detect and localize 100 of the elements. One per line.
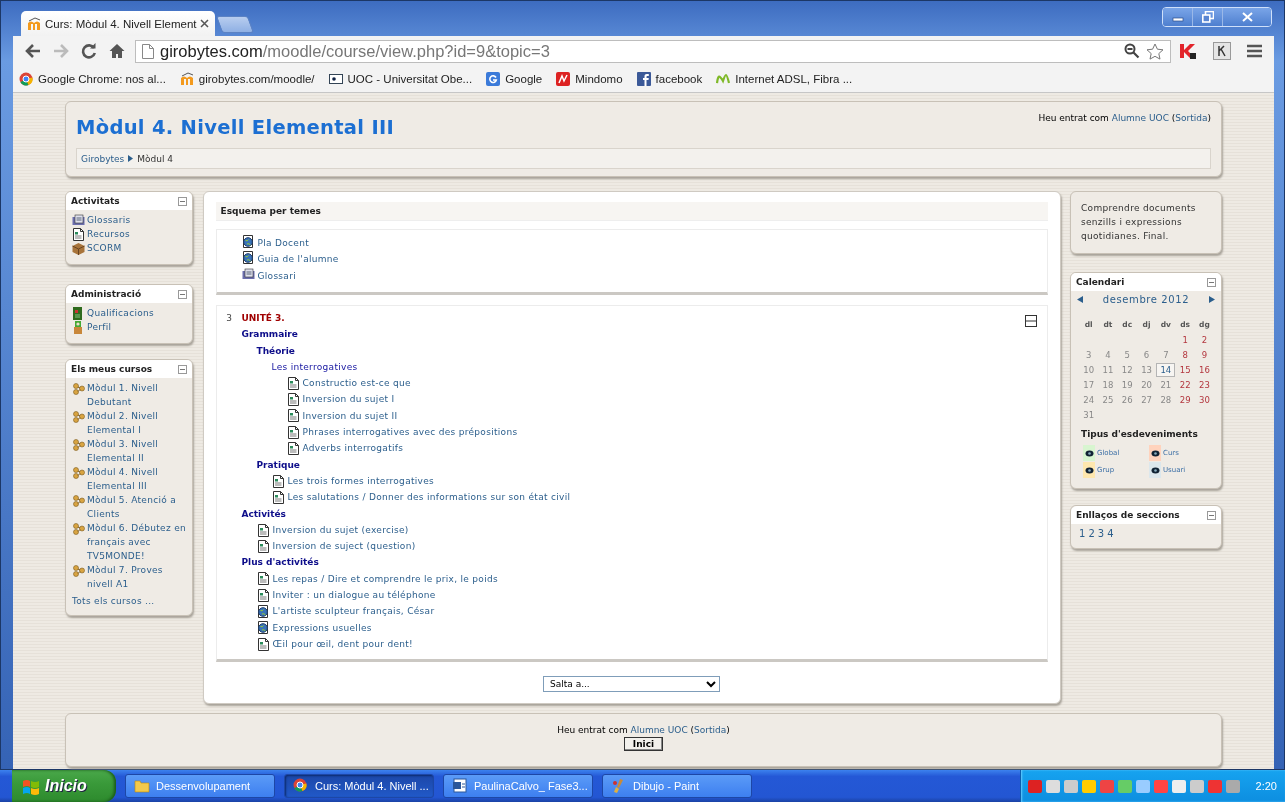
block-link[interactable]: Mòdul 5. Atenció a Clients xyxy=(87,493,187,521)
resource-link[interactable]: L'artiste sculpteur français, César xyxy=(272,603,435,620)
resource-link[interactable]: Inversion du sujet I xyxy=(302,391,395,408)
calendar-day[interactable]: 13 xyxy=(1141,364,1152,375)
taskbar-button[interactable]: PaulinaCalvo_ Fase3... xyxy=(443,774,593,798)
jump-menu[interactable]: Salta a... xyxy=(543,676,720,692)
collapse-icon[interactable] xyxy=(1207,277,1216,287)
block-link[interactable]: Mòdul 6. Débutez en français avec TV5MONDE! xyxy=(87,521,187,563)
resource-link[interactable]: Œil pour œil, dent pour dent! xyxy=(272,635,414,653)
collapse-icon[interactable] xyxy=(178,196,187,206)
event-color-swatch[interactable] xyxy=(1149,462,1161,478)
logout-link[interactable]: Sortida xyxy=(1175,113,1208,123)
calendar-day[interactable]: 29 xyxy=(1179,394,1191,405)
taskbar-button[interactable]: Curs: Mòdul 4. Nivell ... xyxy=(284,774,434,798)
resource-link[interactable]: Glossari xyxy=(257,267,296,284)
resource-link[interactable]: Constructio est-ce que xyxy=(302,375,411,392)
resource-link[interactable]: Inviter : un dialogue au téléphone xyxy=(272,587,436,604)
calendar-day[interactable]: 20 xyxy=(1141,379,1152,390)
star-icon[interactable] xyxy=(1146,42,1164,60)
calendar-day[interactable]: 18 xyxy=(1102,379,1114,390)
resource-link[interactable]: Guia de l'alumne xyxy=(257,251,339,268)
calendar-day[interactable]: 10 xyxy=(1083,364,1095,375)
bookmark[interactable]: Google xyxy=(486,72,543,86)
resource-link[interactable]: Les trois formes interrogatives xyxy=(287,472,435,490)
minimize-button[interactable] xyxy=(1163,8,1193,26)
user-link[interactable]: Alumne UOC xyxy=(630,725,688,735)
calendar-day[interactable]: 8 xyxy=(1182,349,1188,360)
previous-month-icon[interactable] xyxy=(1077,296,1083,303)
calendar-day[interactable]: 31 xyxy=(1083,409,1095,420)
block-link[interactable]: Mòdul 1. Nivell Debutant xyxy=(87,381,187,409)
close-icon[interactable] xyxy=(200,19,210,28)
calendar-day[interactable]: 22 xyxy=(1179,379,1191,390)
block-link[interactable]: Qualificacions xyxy=(87,306,154,320)
resource-link[interactable]: Les repas / Dire et comprendre le prix, le poids xyxy=(272,570,498,588)
calendar-day[interactable]: 28 xyxy=(1160,394,1172,405)
event-color-swatch[interactable] xyxy=(1149,445,1161,461)
calendar-day[interactable]: 2 xyxy=(1201,334,1208,345)
calendar-day[interactable]: 9 xyxy=(1201,349,1208,360)
collapse-icon[interactable] xyxy=(178,289,187,299)
bookmark[interactable]: Mindomo xyxy=(556,72,623,86)
calendar-day[interactable]: 17 xyxy=(1083,379,1095,390)
bookmark[interactable]: Google Chrome: nos al... xyxy=(19,72,166,86)
calendar-day[interactable]: 15 xyxy=(1179,364,1191,375)
user-link[interactable]: Alumne UOC xyxy=(1111,113,1169,123)
calendar-day[interactable]: 30 xyxy=(1199,394,1210,405)
taskbar-button[interactable]: Dibujo - Paint xyxy=(602,774,752,798)
browser-tab[interactable]: Curs: Mòdul 4. Nivell Element xyxy=(21,11,216,36)
reload-icon[interactable] xyxy=(80,42,98,60)
block-link[interactable]: SCORM xyxy=(87,241,122,255)
address-field[interactable]: girobytes.com/moodle/course/view.php?id=9&topic=3 xyxy=(135,39,1171,63)
section-link[interactable]: 2 xyxy=(1088,528,1095,539)
block-link[interactable]: Glossaris xyxy=(87,213,131,227)
calendar-day[interactable]: 12 xyxy=(1121,364,1133,375)
calendar-day[interactable]: 27 xyxy=(1141,394,1152,405)
calendar-day[interactable]: 3 xyxy=(1085,349,1092,360)
calendar-day[interactable]: 26 xyxy=(1121,394,1133,405)
calendar-day[interactable]: 23 xyxy=(1199,379,1210,390)
home-button[interactable]: Inici xyxy=(623,737,664,751)
collapse-icon[interactable] xyxy=(178,364,187,374)
block-link[interactable]: Mòdul 3. Nivell Elemental II xyxy=(87,437,187,465)
collapse-section-icon[interactable] xyxy=(1024,315,1037,327)
block-link[interactable]: Mòdul 4. Nivell Elemental III xyxy=(87,465,187,493)
calendar-day[interactable]: 1 xyxy=(1182,334,1188,345)
calendar-day[interactable]: 14 xyxy=(1156,362,1176,377)
bookmark[interactable]: UOC - Universitat Obe... xyxy=(328,72,473,86)
bookmark[interactable]: facebook xyxy=(636,72,703,86)
calendar-day[interactable]: 21 xyxy=(1160,379,1172,390)
block-link[interactable]: Mòdul 2. Nivell Elemental I xyxy=(87,409,187,437)
restore-button[interactable] xyxy=(1193,8,1223,26)
month-link[interactable]: desembre 2012 xyxy=(1102,294,1190,305)
bookmark[interactable]: Internet ADSL, Fibra ... xyxy=(716,72,853,86)
calendar-day[interactable]: 4 xyxy=(1105,349,1111,360)
calendar-day[interactable]: 24 xyxy=(1083,394,1095,405)
section-link[interactable]: 4 xyxy=(1107,528,1114,539)
section-link[interactable]: 3 xyxy=(1097,528,1105,539)
collapse-icon[interactable] xyxy=(1207,510,1216,520)
calendar-day[interactable]: 19 xyxy=(1121,379,1133,390)
block-link[interactable]: Mòdul 7. Proves nivell A1 xyxy=(87,563,187,591)
calendar-day[interactable]: 16 xyxy=(1199,364,1210,375)
event-color-swatch[interactable] xyxy=(1083,445,1095,461)
home-icon[interactable] xyxy=(108,42,126,60)
new-tab-button[interactable] xyxy=(216,16,255,33)
next-month-icon[interactable] xyxy=(1209,296,1215,303)
calendar-day[interactable]: 6 xyxy=(1143,349,1150,360)
zoom-icon[interactable] xyxy=(1124,43,1140,59)
menu-icon[interactable] xyxy=(1247,44,1262,58)
resource-link[interactable]: Phrases interrogatives avec des prépositions xyxy=(302,424,518,441)
bookmark[interactable]: girobytes.com/moodle/ xyxy=(179,72,315,86)
k-button-icon[interactable] xyxy=(1213,42,1231,60)
resource-link[interactable]: Les salutations / Donner des informations sur son état civil xyxy=(287,489,571,506)
back-arrow-icon[interactable] xyxy=(24,42,42,60)
start-button[interactable]: Inicio xyxy=(12,770,116,802)
breadcrumb-link[interactable]: Girobytes xyxy=(81,153,125,164)
resource-link[interactable]: Inversion du sujet II xyxy=(302,407,398,425)
close-button[interactable] xyxy=(1223,8,1271,26)
resource-link[interactable]: Expressions usuelles xyxy=(272,619,372,636)
calendar-day[interactable]: 7 xyxy=(1163,349,1169,360)
taskbar-button[interactable]: Dessenvolupament xyxy=(125,774,275,798)
resource-link[interactable]: Inversion de suject (question) xyxy=(272,538,416,555)
resource-link[interactable]: Inversion du sujet (exercise) xyxy=(272,521,409,539)
